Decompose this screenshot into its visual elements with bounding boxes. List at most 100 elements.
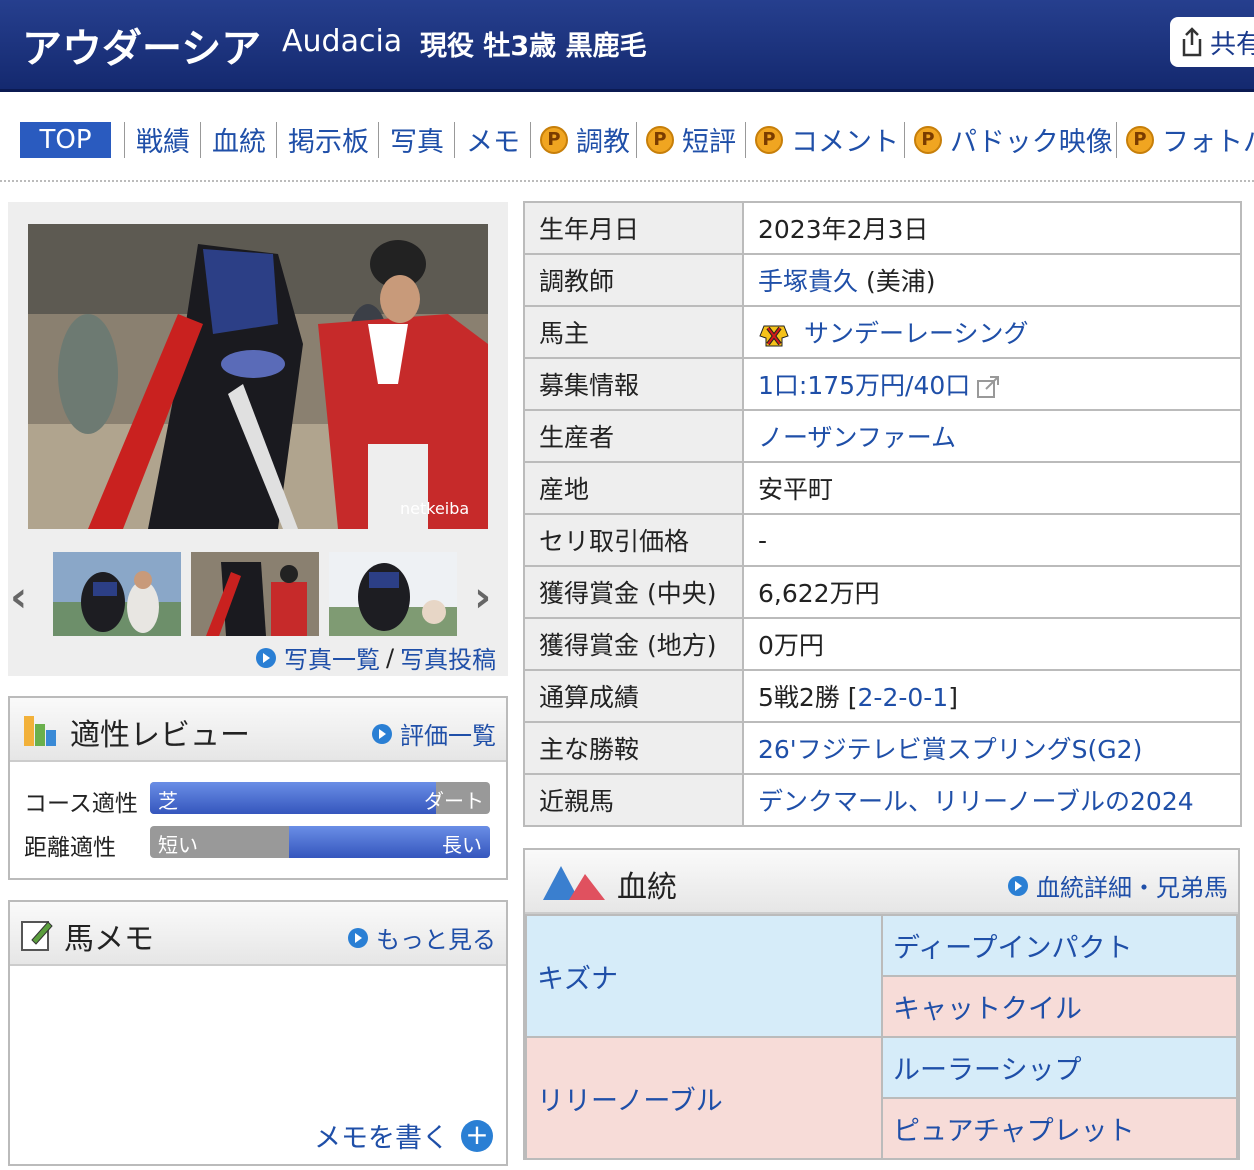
prev-photo-arrow-icon[interactable]: ‹ [10,572,27,621]
share-label: 共有 [1210,29,1254,60]
premium-icon: P [1126,125,1154,154]
table-row: セリ取引価格 - [523,513,1242,567]
header: アウダーシア Audacia 現役 牡3歳 黒鹿毛 共有 [0,0,1254,92]
table-row: 獲得賞金 (中央) 6,622万円 [523,565,1242,619]
panel-header: 馬メモ もっと見る [10,902,506,966]
row-value: 2023年2月3日 [742,201,1242,255]
next-photo-arrow-icon[interactable]: › [474,572,491,621]
silks-icon [759,325,789,347]
row-value: 5戦2勝 [2-2-0-1] [742,669,1242,723]
dam-cell[interactable]: リリーノーブル [525,1036,883,1160]
thumbnail[interactable] [191,552,319,636]
row-key: 馬主 [523,305,744,359]
table-row: 近親馬 デンクマール、リリーノーブルの2024 [523,773,1242,827]
pedigree-panel: 血統 血統詳細・兄弟馬 キズナ ディープインパクト キャットクイル リリーノーブル… [523,848,1240,1160]
turf-label: 芝 [158,789,178,813]
table-row: 主な勝鞍 26'フジテレビ賞スプリングS(G2) [523,721,1242,775]
divider [0,180,1254,182]
row-key: 獲得賞金 (中央) [523,565,744,619]
row-key: 募集情報 [523,357,744,411]
row-value: デンクマール、リリーノーブルの2024 [742,773,1242,827]
trainer-link[interactable]: 手塚貴久 [758,267,858,296]
tab-photos[interactable]: 写真 [390,120,444,159]
thumbnail[interactable] [329,552,457,636]
recruitment-link[interactable]: 1口:175万円/40口 [758,371,970,400]
tab-training[interactable]: P 調教 [540,120,630,159]
row-key: 生年月日 [523,201,744,255]
panel-header: 適性レビュー 評価一覧 [10,698,506,762]
course-aptitude-bar: 芝 ダート [150,782,490,814]
distance-aptitude-bar: 短い 長い [150,826,490,858]
premium-icon: P [540,125,568,154]
tab-photopa[interactable]: Pフォトパ [1126,120,1254,159]
row-value: 手塚貴久 (美浦) [742,253,1242,307]
table-row: 調教師 手塚貴久 (美浦) [523,253,1242,307]
arrow-circle-icon [1008,875,1028,896]
row-value: 6,622万円 [742,565,1242,619]
sire-sire-cell[interactable]: ディープインパクト [881,914,1238,977]
horse-name: アウダーシア [22,26,262,72]
premium-icon: P [646,125,674,154]
aptitude-review-panel: 適性レビュー 評価一覧 コース適性 芝 ダート 距離適性 短い 長い [8,696,508,880]
tab-pedigree[interactable]: 血統 [212,120,266,159]
review-list-link[interactable]: 評価一覧 [372,716,496,751]
table-row: 産地 安平町 [523,461,1242,515]
row-key: 通算成績 [523,669,744,723]
bar-chart-icon [24,716,56,746]
write-memo-button[interactable]: メモを書く + [314,1116,493,1155]
row-value: - [742,513,1242,567]
thumbnail[interactable] [53,552,181,636]
row-value: ノーザンファーム [742,409,1242,463]
dam-sire-cell[interactable]: ルーラーシップ [881,1036,1238,1099]
table-row: 通算成績 5戦2勝 [2-2-0-1] [523,669,1242,723]
course-aptitude-label: コース適性 [24,791,138,817]
tab-paddock-video[interactable]: P パドック映像 [914,120,1113,159]
tab-results[interactable]: 戦績 [136,120,190,159]
arrow-circle-icon [256,647,276,668]
share-button[interactable]: 共有 [1170,17,1254,67]
memo-pencil-icon [21,921,53,951]
external-link-icon [977,376,1000,398]
panel-title: 血統 [617,870,677,905]
short-label: 短い [158,833,198,857]
tab-comment[interactable]: P コメント [755,120,899,159]
pedigree-detail-link[interactable]: 血統詳細・兄弟馬 [1008,868,1228,903]
row-key: 獲得賞金 (地方) [523,617,744,671]
record-link[interactable]: 2-2-0-1 [858,683,949,712]
tab-board[interactable]: 掲示板 [288,120,369,159]
photo-panel: netkeiba ‹ › 写真一覧 / 写真投稿 [8,202,508,676]
watermark-text: netkeiba [400,499,469,518]
tab-short-review[interactable]: P 短評 [646,120,736,159]
relatives-link[interactable]: デンクマール、リリーノーブルの2024 [758,787,1194,816]
separator: / [386,643,395,672]
horse-heads-icon [543,866,605,900]
distance-aptitude-label: 距離適性 [24,835,116,861]
sire-dam-cell[interactable]: キャットクイル [881,975,1238,1038]
breeder-link[interactable]: ノーザンファーム [758,423,956,452]
dam-dam-cell[interactable]: ピュアチャプレット [881,1097,1238,1160]
arrow-circle-icon [372,723,392,744]
horse-english-name: Audacia [282,24,403,59]
memo-more-link[interactable]: もっと見る [348,920,496,955]
main-photo[interactable]: netkeiba [28,224,488,529]
photo-links: 写真一覧 / 写真投稿 [256,640,496,675]
photo-post-link[interactable]: 写真投稿 [400,640,496,675]
row-value: 1口:175万円/40口 [742,357,1242,411]
panel-title: 適性レビュー [70,718,250,753]
row-value: 26'フジテレビ賞スプリングS(G2) [742,721,1242,775]
tab-top[interactable]: TOP [20,122,111,158]
table-row: 募集情報 1口:175万円/40口 [523,357,1242,411]
photo-list-link[interactable]: 写真一覧 [284,640,380,675]
table-row: 生年月日 2023年2月3日 [523,201,1242,255]
sire-cell[interactable]: キズナ [525,914,883,1038]
tab-memo[interactable]: メモ [466,120,520,159]
row-value: 0万円 [742,617,1242,671]
owner-link[interactable]: サンデーレーシング [804,319,1029,348]
main-win-link[interactable]: 26'フジテレビ賞スプリングS(G2) [758,735,1142,764]
row-key: 主な勝鞍 [523,721,744,775]
row-key: 近親馬 [523,773,744,827]
premium-icon: P [914,125,942,154]
row-key: セリ取引価格 [523,513,744,567]
premium-icon: P [755,125,783,154]
dirt-label: ダート [424,789,484,813]
